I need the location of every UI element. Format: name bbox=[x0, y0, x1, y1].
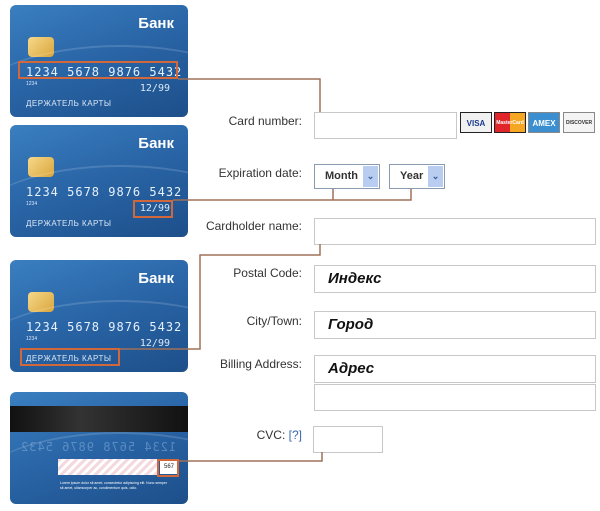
connector-lines bbox=[120, 78, 412, 462]
